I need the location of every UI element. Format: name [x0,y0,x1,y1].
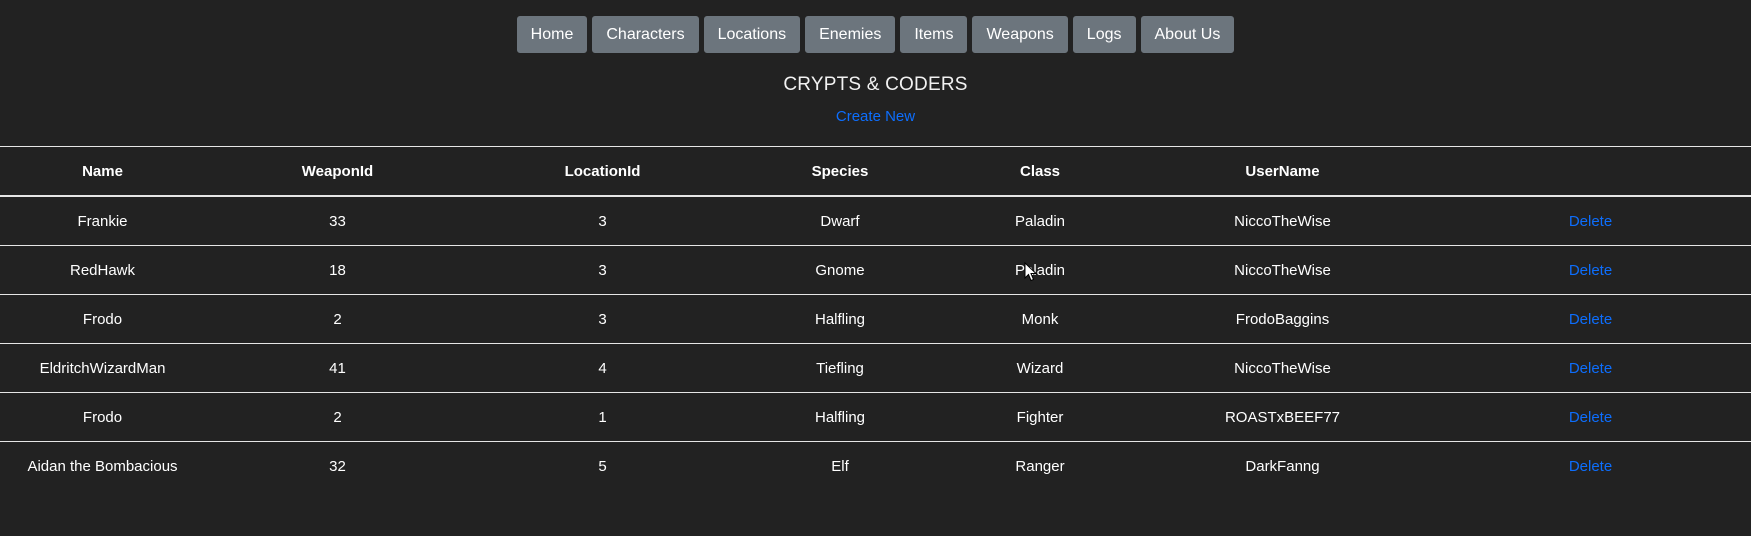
page: Home Characters Locations Enemies Items … [0,0,1751,536]
delete-link[interactable]: Delete [1569,409,1612,426]
cell-weaponid: 41 [205,343,470,393]
delete-link[interactable]: Delete [1569,213,1612,230]
column-header-actions [1430,146,1751,197]
cell-actions: Delete [1430,442,1751,491]
cell-name: EldritchWizardMan [0,343,205,393]
column-header-name: Name [0,146,205,197]
cell-species: Elf [831,457,849,475]
cell-username: NiccoTheWise [1135,196,1430,246]
cell-username: ROASTxBEEF77 [1135,392,1430,442]
table-row: Aidan the Bombacious 32 5 Elf Ranger Dar… [0,442,1751,491]
column-header-class: Class [945,146,1135,197]
create-new-link[interactable]: Create New [836,108,915,125]
cell-weaponid: 32 [329,457,346,475]
cell-locationid: 1 [470,392,735,442]
cell-weaponid: 33 [205,196,470,246]
nav-home-button[interactable]: Home [516,16,588,53]
table-row: Frodo 2 3 Halfling Monk FrodoBaggins Del… [0,294,1751,344]
column-header-username: UserName [1135,146,1430,197]
cell-class: Paladin [945,245,1135,295]
cell-class: Monk [945,294,1135,344]
cell-actions: Delete [1430,245,1751,295]
characters-table: Name WeaponId LocationId Species Class U… [0,146,1751,490]
cell-weaponid: 2 [205,392,470,442]
delete-link[interactable]: Delete [1569,311,1612,328]
cell-locationid: 3 [470,294,735,344]
cell-username: NiccoTheWise [1135,245,1430,295]
page-title: CRYPTS & CODERS [783,74,968,95]
nav-locations-button[interactable]: Locations [703,16,801,53]
cell-locationid: 5 [598,457,607,475]
cell-class: Paladin [945,196,1135,246]
nav-items-button[interactable]: Items [900,16,968,53]
delete-link[interactable]: Delete [1569,360,1612,377]
nav-about-us-button[interactable]: About Us [1140,16,1235,53]
table-row: Frankie 33 3 Dwarf Paladin NiccoTheWise … [0,196,1751,246]
cell-class: Ranger [1015,457,1065,475]
column-header-species: Species [735,146,945,197]
mouse-pointer-icon [1024,262,1038,282]
cell-name: Frodo [0,392,205,442]
cell-locationid: 3 [470,196,735,246]
cell-actions: Delete [1430,343,1751,393]
create-new-container: Create New [0,108,1751,125]
cell-name: RedHawk [0,245,205,295]
cell-name: Frankie [0,196,205,246]
column-header-locationid: LocationId [470,146,735,197]
cell-weaponid: 18 [205,245,470,295]
nav-enemies-button[interactable]: Enemies [805,16,896,53]
cell-class: Wizard [945,343,1135,393]
column-header-weaponid: WeaponId [205,146,470,197]
top-nav: Home Characters Locations Enemies Items … [0,16,1751,53]
cell-username: FrodoBaggins [1135,294,1430,344]
cell-username: NiccoTheWise [1135,343,1430,393]
nav-characters-button[interactable]: Characters [592,16,699,53]
cell-name: Frodo [0,294,205,344]
cell-species: Tiefling [735,343,945,393]
delete-link[interactable]: Delete [1569,458,1612,475]
cell-species: Halfling [735,392,945,442]
table-row: EldritchWizardMan 41 4 Tiefling Wizard N… [0,343,1751,393]
cell-species: Halfling [735,294,945,344]
cell-species: Dwarf [735,196,945,246]
nav-logs-button[interactable]: Logs [1072,16,1136,53]
cell-name: Aidan the Bombacious [27,457,178,475]
cell-actions: Delete [1430,294,1751,344]
cell-locationid: 3 [470,245,735,295]
table-row: Frodo 2 1 Halfling Fighter ROASTxBEEF77 … [0,392,1751,442]
cell-species: Gnome [735,245,945,295]
cell-locationid: 4 [470,343,735,393]
table-header-row: Name WeaponId LocationId Species Class U… [0,146,1751,197]
cell-username: DarkFanng [1245,457,1320,475]
cell-class: Fighter [945,392,1135,442]
table-row: RedHawk 18 3 Gnome Paladin NiccoTheWise … [0,245,1751,295]
cell-actions: Delete [1430,196,1751,246]
cell-weaponid: 2 [205,294,470,344]
nav-weapons-button[interactable]: Weapons [972,16,1068,53]
delete-link[interactable]: Delete [1569,262,1612,279]
cell-actions: Delete [1430,392,1751,442]
